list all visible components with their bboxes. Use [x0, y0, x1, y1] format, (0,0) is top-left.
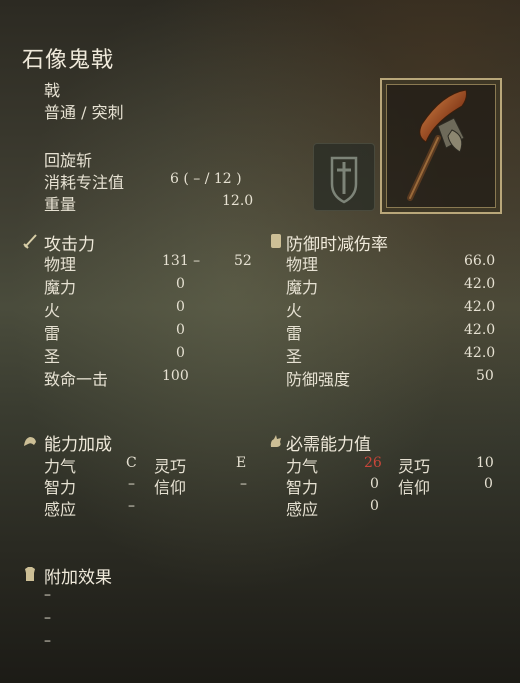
attack-value-fire: 0	[176, 299, 185, 315]
attack-label-lightning: 雷	[44, 324, 61, 343]
attack-label-magic: 魔力	[44, 278, 77, 297]
attack-extra-physical: 52	[234, 253, 252, 269]
req-value-fai: 0	[484, 476, 493, 492]
attack-label-holy: 圣	[44, 347, 61, 366]
damage-type: 普通 / 突刺	[44, 103, 124, 122]
guard-label-boost: 防御强度	[286, 370, 351, 389]
guard-label-fire: 火	[286, 301, 303, 320]
weight-label: 重量	[44, 195, 77, 214]
scaling-label-fai: 信仰	[154, 478, 187, 497]
attack-label-physical: 物理	[44, 255, 77, 274]
scaling-value-int: –	[128, 476, 135, 492]
attack-value-holy: 0	[176, 345, 185, 361]
req-label-arc: 感应	[286, 500, 319, 519]
attack-label-critical: 致命一击	[44, 370, 109, 389]
fp-cost-value: 6 ( – / 12 )	[170, 171, 242, 187]
req-value-int: 0	[370, 476, 379, 492]
scaling-value-fai: –	[240, 476, 247, 492]
scaling-label-int: 智力	[44, 478, 77, 497]
effect-item: –	[44, 587, 51, 603]
halberd-icon	[407, 89, 467, 201]
fp-cost-label: 消耗专注值	[44, 173, 125, 192]
scaling-label-arc: 感应	[44, 500, 77, 519]
scaling-value-arc: –	[128, 498, 135, 514]
guard-value-holy: 42.0	[464, 345, 496, 361]
ash-of-war-slot[interactable]	[313, 143, 375, 211]
req-value-arc: 0	[370, 498, 379, 514]
guard-label-lightning: 雷	[286, 324, 303, 343]
effect-item: –	[44, 633, 51, 649]
weapon-skill: 回旋斩	[44, 151, 93, 170]
attack-label-fire: 火	[44, 301, 61, 320]
req-label-fai: 信仰	[398, 478, 431, 497]
sword-icon	[22, 233, 38, 249]
req-value-str: 26	[364, 455, 382, 471]
guard-value-boost: 50	[476, 368, 494, 384]
effects-header: 附加效果	[44, 568, 112, 588]
guard-label-magic: 魔力	[286, 278, 319, 297]
weapon-type: 戟	[44, 81, 61, 100]
armor-icon	[22, 566, 38, 582]
scaling-value-dex: E	[236, 455, 247, 471]
attack-value-physical: 131 –	[162, 253, 201, 269]
shield-icon	[268, 233, 284, 249]
weapon-name: 石像鬼戟	[22, 48, 115, 73]
requirements-header: 必需能力值	[286, 435, 371, 455]
attack-value-magic: 0	[176, 276, 185, 292]
attack-value-lightning: 0	[176, 322, 185, 338]
weapon-image	[380, 78, 502, 214]
arm-icon	[22, 433, 38, 449]
guard-value-physical: 66.0	[464, 253, 496, 269]
guard-value-magic: 42.0	[464, 276, 496, 292]
guard-label-physical: 物理	[286, 255, 319, 274]
scaling-header: 能力加成	[44, 435, 112, 455]
effect-item: –	[44, 610, 51, 626]
guard-value-lightning: 42.0	[464, 322, 496, 338]
hand-icon	[268, 433, 284, 449]
req-value-dex: 10	[476, 455, 494, 471]
sword-emblem-icon	[330, 156, 358, 204]
guard-label-holy: 圣	[286, 347, 303, 366]
scaling-value-str: C	[126, 455, 137, 471]
guard-value-fire: 42.0	[464, 299, 496, 315]
weight-value: 12.0	[222, 193, 254, 209]
attack-value-critical: 100	[162, 368, 189, 384]
req-label-int: 智力	[286, 478, 319, 497]
